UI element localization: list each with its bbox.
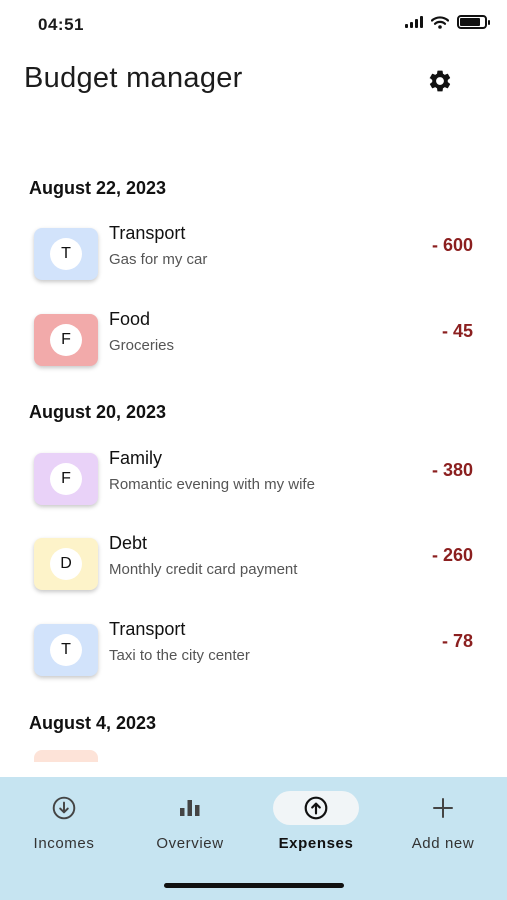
- category-name: Transport: [109, 619, 186, 639]
- category-initial: F: [50, 463, 82, 495]
- status-icons: [405, 15, 490, 29]
- date-header: August 20, 2023: [29, 402, 167, 422]
- date-header: August 4, 2023: [29, 713, 157, 733]
- expense-note: Monthly credit card payment: [109, 561, 298, 578]
- category-initial: D: [50, 548, 82, 580]
- expense-amount: - 600: [431, 235, 473, 255]
- wifi-icon: [431, 15, 449, 29]
- category-name: Transport: [109, 223, 186, 243]
- home-indicator[interactable]: [164, 883, 344, 888]
- expense-amount: - 260: [431, 545, 473, 565]
- category-name: Food: [109, 309, 151, 329]
- nav-add-new[interactable]: Add new: [388, 791, 498, 852]
- category-initial: T: [50, 238, 82, 270]
- nav-incomes[interactable]: Incomes: [9, 791, 119, 852]
- category-avatar: D: [34, 538, 98, 590]
- category-avatar: [34, 750, 98, 762]
- expense-note: Romantic evening with my wife: [109, 476, 315, 493]
- expense-amount: - 45: [441, 321, 473, 341]
- expense-row[interactable]: F Family Romantic evening with my wife -…: [0, 448, 507, 512]
- nav-label: Overview: [156, 835, 224, 852]
- gear-icon: [429, 70, 451, 92]
- date-header: August 22, 2023: [29, 178, 167, 198]
- arrow-up-circle-icon: [304, 796, 328, 820]
- nav-expenses[interactable]: Expenses: [261, 791, 371, 852]
- category-initial: F: [50, 324, 82, 356]
- plus-icon: [433, 798, 453, 818]
- screen: 04:51 Budget manager August 22, 2023 T T…: [0, 0, 507, 900]
- settings-button[interactable]: [425, 66, 455, 96]
- status-bar: 04:51: [0, 0, 507, 50]
- nav-label: Incomes: [33, 835, 95, 852]
- expense-note: Taxi to the city center: [109, 647, 250, 664]
- expense-row[interactable]: T Transport Gas for my car - 600: [0, 223, 507, 287]
- arrow-down-circle-icon: [52, 796, 76, 820]
- expense-amount: - 380: [431, 460, 473, 480]
- expense-row[interactable]: D Debt Monthly credit card payment - 260: [0, 533, 507, 597]
- category-avatar: F: [34, 314, 98, 366]
- nav-overview[interactable]: Overview: [135, 791, 245, 852]
- bottom-nav: Incomes Overview Expenses Add new: [0, 777, 507, 900]
- expense-note: Groceries: [109, 337, 175, 354]
- battery-icon: [457, 15, 490, 29]
- active-pill: [273, 791, 359, 825]
- category-avatar: T: [34, 624, 98, 676]
- category-initial: T: [50, 634, 82, 666]
- category-name: Family: [109, 448, 162, 468]
- expense-amount: - 78: [441, 631, 473, 651]
- expense-row[interactable]: F Food Groceries - 45: [0, 309, 507, 373]
- bar-chart-icon: [180, 800, 200, 816]
- nav-label: Add new: [411, 835, 475, 852]
- signal-icon: [405, 16, 423, 28]
- nav-label: Expenses: [278, 835, 354, 852]
- category-avatar: T: [34, 228, 98, 280]
- expense-note: Gas for my car: [109, 251, 208, 268]
- page-title: Budget manager: [24, 62, 243, 94]
- category-name: Debt: [109, 533, 148, 553]
- expense-row[interactable]: T Transport Taxi to the city center - 78: [0, 619, 507, 683]
- status-time: 04:51: [38, 15, 84, 34]
- category-avatar: F: [34, 453, 98, 505]
